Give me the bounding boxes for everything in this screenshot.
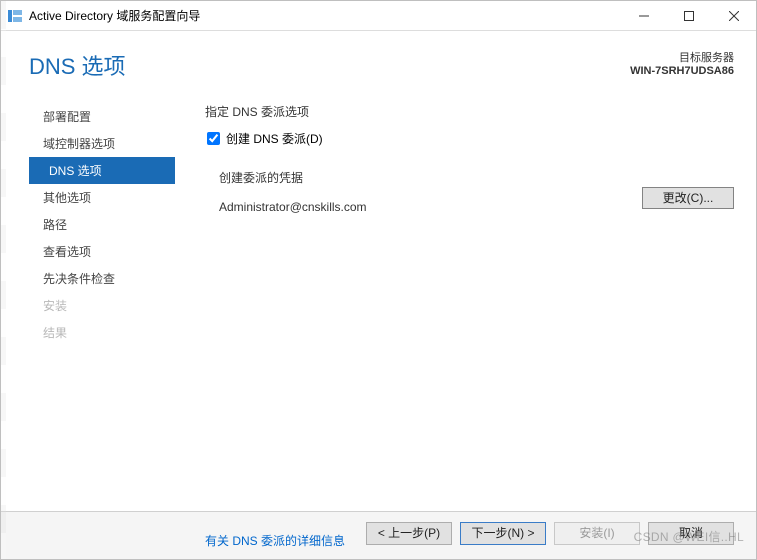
footer: < 上一步(P) 下一步(N) > 安装(I) 取消: [1, 511, 756, 559]
previous-button[interactable]: < 上一步(P): [366, 522, 452, 545]
next-button[interactable]: 下一步(N) >: [460, 522, 546, 545]
create-dns-delegation-label: 创建 DNS 委派(D): [226, 130, 323, 147]
close-button[interactable]: [711, 1, 756, 31]
window-controls: [621, 1, 756, 30]
cancel-button[interactable]: 取消: [648, 522, 734, 545]
main-pane: 指定 DNS 委派选项 创建 DNS 委派(D) 创建委派的凭据 Adminis…: [205, 103, 734, 503]
create-dns-delegation-checkbox[interactable]: [207, 132, 220, 145]
target-label: 目标服务器: [630, 49, 734, 65]
titlebar: Active Directory 域服务配置向导: [1, 1, 756, 31]
nav-review-options[interactable]: 查看选项: [29, 238, 175, 265]
nav-results: 结果: [29, 319, 175, 346]
minimize-button[interactable]: [621, 1, 666, 31]
change-credentials-button[interactable]: 更改(C)...: [642, 187, 734, 209]
app-icon: [7, 8, 23, 24]
nav-paths[interactable]: 路径: [29, 211, 175, 238]
nav-additional-options[interactable]: 其他选项: [29, 184, 175, 211]
nav-dns-options[interactable]: DNS 选项: [29, 157, 175, 184]
edge-decoration: [1, 1, 6, 559]
body: 部署配置 域控制器选项 DNS 选项 其他选项 路径 查看选项 先决条件检查 安…: [1, 93, 756, 511]
window-title: Active Directory 域服务配置向导: [29, 7, 200, 24]
create-dns-delegation-row[interactable]: 创建 DNS 委派(D): [207, 130, 734, 147]
page-title: DNS 选项: [29, 49, 126, 81]
credentials-heading: 创建委派的凭据: [219, 169, 734, 186]
nav-dc-options[interactable]: 域控制器选项: [29, 130, 175, 157]
header: DNS 选项 目标服务器 WIN-7SRH7UDSA86: [1, 31, 756, 93]
target-name: WIN-7SRH7UDSA86: [630, 65, 734, 77]
sidebar: 部署配置 域控制器选项 DNS 选项 其他选项 路径 查看选项 先决条件检查 安…: [29, 103, 175, 503]
target-server-info: 目标服务器 WIN-7SRH7UDSA86: [630, 49, 734, 77]
nav-prereq-check[interactable]: 先决条件检查: [29, 265, 175, 292]
more-info-link[interactable]: 有关 DNS 委派的详细信息: [205, 532, 345, 549]
maximize-button[interactable]: [666, 1, 711, 31]
nav-deploy-config[interactable]: 部署配置: [29, 103, 175, 130]
install-button: 安装(I): [554, 522, 640, 545]
section-heading: 指定 DNS 委派选项: [205, 103, 734, 120]
nav-install: 安装: [29, 292, 175, 319]
